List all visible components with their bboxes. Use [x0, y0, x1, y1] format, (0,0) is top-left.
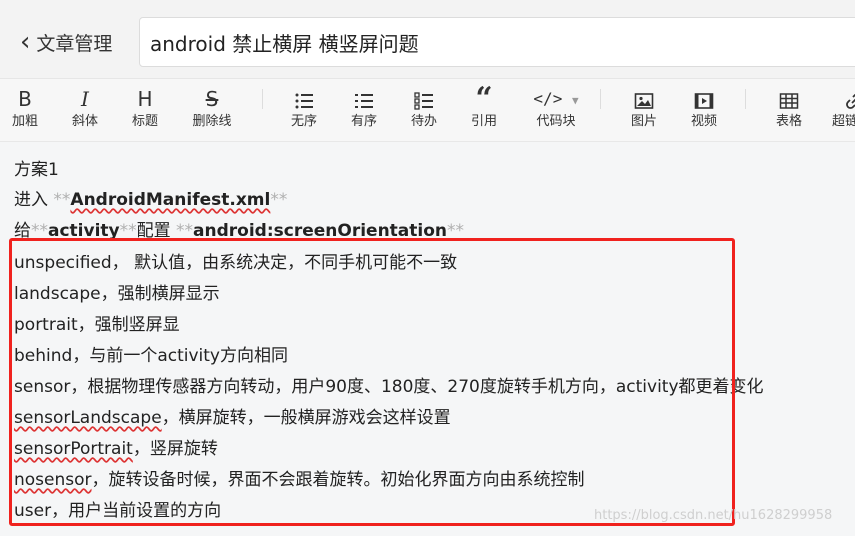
toolbar-divider: [745, 89, 746, 109]
editor-line: landscape，强制横屏显示: [14, 282, 220, 306]
line-text: user，用户当前设置的方向: [14, 501, 222, 521]
heading-icon: H: [137, 87, 153, 111]
ordered-list-label: 有序: [350, 114, 377, 129]
line-text: landscape，强制横屏显示: [14, 284, 220, 304]
heading-label: 标题: [131, 114, 158, 129]
table-button[interactable]: 表格: [772, 85, 806, 137]
line-text: 配置: [136, 221, 177, 241]
strikethrough-button[interactable]: S 删除线: [188, 85, 236, 137]
markdown-marker: **: [119, 221, 137, 241]
table-icon: [772, 85, 806, 113]
bold-text: android:screenOrientation: [193, 221, 448, 241]
video-button[interactable]: 视频: [687, 85, 721, 137]
editor-line: unspecified， 默认值，由系统决定，不同手机可能不一致: [14, 251, 457, 275]
back-label: 文章管理: [36, 32, 113, 55]
quote-label: 引用: [470, 114, 497, 129]
line-text: 给: [14, 221, 31, 241]
unordered-list-icon: [287, 85, 321, 113]
article-title-input[interactable]: [139, 17, 855, 67]
italic-icon: I: [81, 87, 89, 111]
strikethrough-icon: S: [205, 87, 219, 111]
hyperlink-label: 超链: [832, 114, 855, 129]
italic-label: 斜体: [71, 114, 98, 129]
hyperlink-button[interactable]: 超链: [832, 85, 855, 137]
spellcheck-word: nosensor: [14, 470, 92, 490]
top-bar: ‹ 文章管理: [0, 0, 855, 79]
editor-line: 进入 **AndroidManifest.xml**: [14, 188, 287, 212]
line-text: sensor，根据物理传感器方向转动，用户90度、180度、270度旋转手机方向…: [14, 377, 764, 397]
line-text: ，旋转设备时候，界面不会跟着旋转。初始化界面方向由系统控制: [91, 470, 585, 490]
line-text: ，横屏旋转，一般横屏游戏会这样设置: [161, 408, 451, 428]
editor-line: portrait，强制竖屏显: [14, 313, 180, 337]
editor-toolbar: B 加粗 I 斜体 H 标题 S 删除线 无序 有序 待办 “ 引用 </> ▼…: [0, 79, 855, 142]
ordered-list-button[interactable]: 有序: [347, 85, 381, 137]
line-text: unspecified， 默认值，由系统决定，不同手机可能不一致: [14, 253, 458, 273]
bold-text: AndroidManifest.xml: [70, 190, 271, 210]
unordered-list-label: 无序: [290, 114, 317, 129]
markdown-marker: **: [53, 190, 71, 210]
quote-icon: “: [475, 81, 493, 116]
bold-text: activity: [48, 221, 120, 241]
code-block-label: 代码块: [536, 114, 576, 129]
editor-line: behind，与前一个activity方向相同: [14, 344, 288, 368]
link-icon: [832, 85, 855, 113]
bold-icon: B: [18, 87, 32, 111]
markdown-marker: **: [270, 190, 288, 210]
line-text: 进入: [14, 190, 54, 210]
chevron-down-icon: ▼: [571, 94, 579, 107]
video-icon: [687, 85, 721, 113]
editor-line: nosensor，旋转设备时候，界面不会跟着旋转。初始化界面方向由系统控制: [14, 468, 585, 492]
italic-button[interactable]: I 斜体: [68, 85, 102, 137]
todo-list-button[interactable]: 待办: [407, 85, 441, 137]
editor-line: 给**activity**配置 **android:screenOrientat…: [14, 219, 464, 243]
table-label: 表格: [775, 114, 802, 129]
chevron-left-icon: ‹: [20, 27, 31, 57]
code-icon: </> ▼: [533, 89, 579, 108]
markdown-marker: **: [447, 221, 465, 241]
image-button[interactable]: 图片: [627, 85, 661, 137]
bold-button[interactable]: B 加粗: [8, 85, 42, 137]
markdown-marker: **: [176, 221, 194, 241]
unordered-list-button[interactable]: 无序: [287, 85, 321, 137]
bold-label: 加粗: [11, 114, 38, 129]
video-label: 视频: [690, 114, 717, 129]
editor-line: 方案1: [14, 158, 59, 182]
heading-button[interactable]: H 标题: [127, 85, 163, 137]
image-label: 图片: [630, 114, 657, 129]
watermark: https://blog.csdn.net/hu1628299958: [594, 508, 833, 523]
todo-list-icon: [407, 85, 441, 113]
line-text: 方案1: [14, 160, 59, 180]
editor-line: user，用户当前设置的方向: [14, 499, 221, 523]
strikethrough-label: 删除线: [192, 114, 232, 129]
markdown-marker: **: [31, 221, 48, 241]
quote-button[interactable]: “ 引用: [467, 81, 501, 137]
editor-line: sensor，根据物理传感器方向转动，用户90度、180度、270度旋转手机方向…: [14, 375, 764, 399]
editor-line: sensorLandscape，横屏旋转，一般横屏游戏会这样设置: [14, 406, 451, 430]
spellcheck-word: sensorPortrait: [14, 439, 133, 459]
todo-list-label: 待办: [410, 114, 437, 129]
spellcheck-word: sensorLandscape: [14, 408, 162, 428]
back-to-article-management[interactable]: ‹ 文章管理: [20, 26, 112, 58]
toolbar-divider: [262, 89, 263, 109]
code-block-button[interactable]: </> ▼ 代码块: [527, 85, 585, 137]
line-text: portrait，强制竖屏显: [14, 315, 180, 335]
line-text: behind，与前一个activity方向相同: [14, 346, 288, 366]
image-icon: [627, 85, 661, 113]
markdown-editor[interactable]: 方案1 进入 **AndroidManifest.xml** 给**activi…: [0, 142, 855, 536]
line-text: ，竖屏旋转: [132, 439, 218, 459]
editor-line: sensorPortrait，竖屏旋转: [14, 437, 218, 461]
ordered-list-icon: [347, 85, 381, 113]
toolbar-divider: [600, 89, 601, 109]
